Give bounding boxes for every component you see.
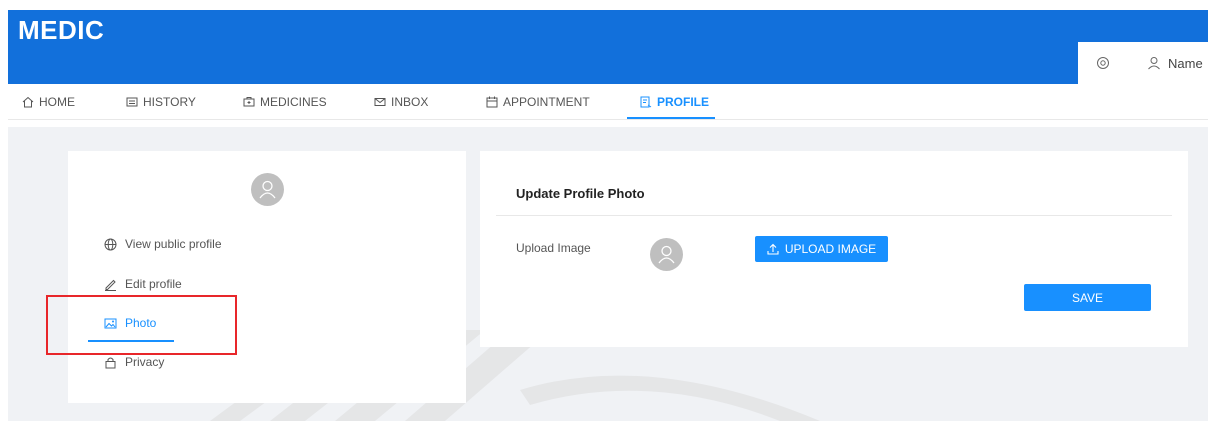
- calendar-icon: [486, 96, 498, 108]
- nav-home[interactable]: HOME: [22, 90, 75, 120]
- sidebar-item-label: View public profile: [125, 237, 222, 251]
- profile-icon: [640, 96, 652, 108]
- nav-medicines-label: MEDICINES: [260, 95, 327, 109]
- sidebar-item-edit-profile[interactable]: Edit profile: [104, 277, 182, 291]
- app-header: [8, 10, 1208, 84]
- sidebar-item-view-public-profile[interactable]: View public profile: [104, 237, 222, 251]
- nav-history-label: HISTORY: [143, 95, 196, 109]
- upload-image-button[interactable]: UPLOAD IMAGE: [755, 236, 888, 262]
- upload-icon: [767, 243, 779, 255]
- mail-icon: [374, 98, 386, 106]
- app-brand: MEDIC: [18, 15, 105, 45]
- gear-icon[interactable]: [1096, 56, 1110, 70]
- nav-profile[interactable]: PROFILE: [640, 90, 709, 120]
- globe-icon: [104, 238, 117, 250]
- nav-profile-label: PROFILE: [657, 95, 710, 109]
- nav-appointment[interactable]: APPOINTMENT: [486, 90, 590, 120]
- nav-history[interactable]: HISTORY: [126, 90, 196, 120]
- user-avatar-icon: [658, 245, 675, 264]
- nav-inbox-label: INBOX: [391, 95, 429, 109]
- card-divider: [496, 215, 1172, 216]
- sidebar-item-label: Edit profile: [125, 277, 182, 291]
- upload-image-label: Upload Image: [516, 241, 591, 255]
- history-icon: [126, 97, 138, 107]
- nav-medicines[interactable]: MEDICINES: [243, 90, 327, 120]
- edit-icon: [105, 279, 116, 291]
- nav-active-indicator: [627, 117, 715, 119]
- user-name[interactable]: Name: [1168, 56, 1203, 71]
- user-avatar-icon: [259, 180, 276, 199]
- sidebar-item-label: Privacy: [125, 355, 165, 369]
- lock-icon: [105, 357, 116, 368]
- upload-image-button-label: UPLOAD IMAGE: [784, 242, 877, 256]
- avatar: [251, 173, 284, 206]
- save-button[interactable]: SAVE: [1024, 284, 1151, 311]
- medicine-icon: [243, 97, 255, 107]
- highlight-box: [46, 295, 237, 355]
- avatar-preview: [650, 238, 683, 271]
- nav-inbox[interactable]: INBOX: [374, 90, 428, 120]
- nav-home-label: HOME: [39, 95, 75, 109]
- user-icon[interactable]: [1147, 56, 1161, 70]
- sidebar-item-privacy[interactable]: Privacy: [104, 355, 164, 369]
- nav-appointment-label: APPOINTMENT: [503, 95, 590, 109]
- card-title: Update Profile Photo: [516, 186, 645, 201]
- main-nav: HOME HISTORY MEDICINES INBOX APPOINTMENT…: [8, 90, 1208, 120]
- home-icon: [22, 96, 34, 108]
